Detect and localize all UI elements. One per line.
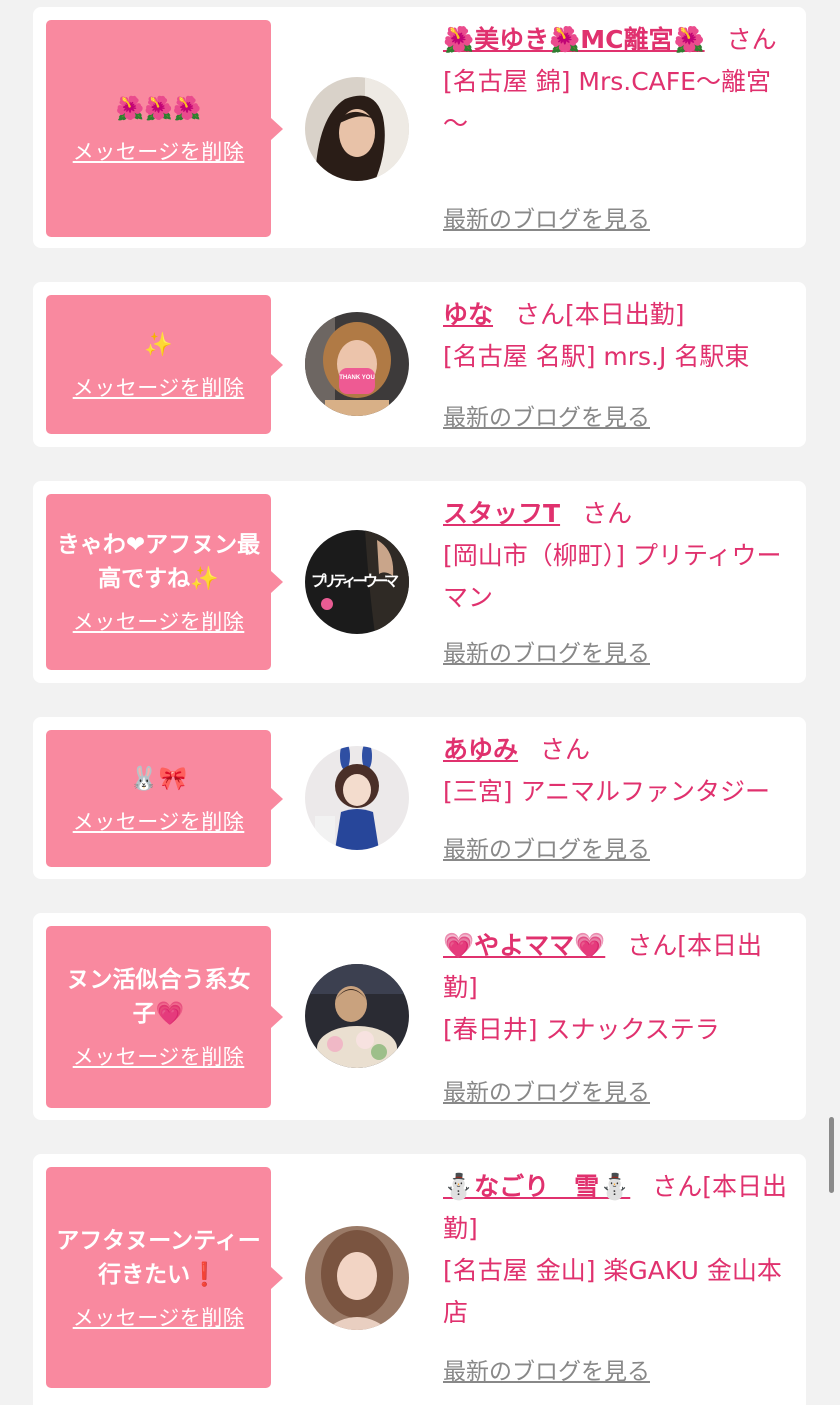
favorite-card: 🐰🎀 メッセージを削除 あゆみ さん [三宮] アニマルファンタジー 最新のブログ… [33, 717, 806, 879]
avatar[interactable] [305, 1226, 409, 1330]
delete-message-link[interactable]: メッセージを削除 [73, 606, 245, 636]
favorite-card: ✨ メッセージを削除 THANK YOU ゆな さん[本日出勤] [名古屋 名駅]… [33, 282, 806, 447]
status-text: [本日出勤] [565, 300, 685, 329]
delete-message-link[interactable]: メッセージを削除 [73, 136, 245, 166]
avatar[interactable]: プリティーウーマ [305, 530, 409, 634]
message-bubble: ヌン活似合う系女子💗 メッセージを削除 [46, 926, 283, 1108]
honorific: さん [627, 931, 678, 960]
message-bubble: 🌺🌺🌺 メッセージを削除 [46, 20, 283, 237]
latest-blog-link[interactable]: 最新のブログを見る [443, 200, 650, 234]
honorific: さん [582, 499, 633, 528]
avatar[interactable] [305, 964, 409, 1068]
shop-info: [春日井] スナックステラ [443, 1015, 720, 1044]
cast-name-link[interactable]: ゆな [443, 300, 493, 329]
message-text: アフタヌーンティー行きたい❗️ [56, 1227, 261, 1288]
delete-message-link[interactable]: メッセージを削除 [73, 1041, 245, 1071]
shop-info: [名古屋 金山] 楽GAKU 金山本店 [443, 1256, 782, 1327]
cast-info: 🌺美ゆき🌺MC離宮🌺 さん [名古屋 錦] Mrs.CAFE～離宮～ [443, 19, 793, 145]
favorite-card: きゃわ❤アフヌン最高ですね✨ メッセージを削除 プリティーウーマ スタッフT さん… [33, 481, 806, 683]
message-text: ヌン活似合う系女子💗 [66, 967, 251, 1027]
cast-name-link[interactable]: スタッフT [443, 499, 560, 528]
cast-info: ⛄なごり 雪⛄ さん[本日出勤] [名古屋 金山] 楽GAKU 金山本店 [443, 1166, 793, 1334]
cast-info: ゆな さん[本日出勤] [名古屋 名駅] mrs.J 名駅東 [443, 294, 793, 378]
latest-blog-link[interactable]: 最新のブログを見る [443, 830, 650, 864]
shop-info: [三宮] アニマルファンタジー [443, 777, 770, 806]
honorific: さん [652, 1172, 703, 1201]
latest-blog-link[interactable]: 最新のブログを見る [443, 398, 650, 432]
message-text: きゃわ❤アフヌン最高ですね✨ [56, 532, 261, 592]
message-text: ✨ [144, 331, 173, 358]
delete-message-link[interactable]: メッセージを削除 [73, 1302, 245, 1332]
avatar[interactable]: THANK YOU [305, 312, 409, 416]
honorific: さん [515, 300, 566, 329]
cast-name-link[interactable]: あゆみ [443, 735, 518, 764]
cast-info: あゆみ さん [三宮] アニマルファンタジー [443, 729, 793, 813]
avatar-mask-text: THANK YOU [339, 375, 375, 381]
cast-name-link[interactable]: ⛄なごり 雪⛄ [443, 1172, 630, 1201]
favorite-card: アフタヌーンティー行きたい❗️ メッセージを削除 ⛄なごり 雪⛄ さん[本日出勤]… [33, 1154, 806, 1405]
latest-blog-link[interactable]: 最新のブログを見る [443, 1352, 650, 1386]
cast-name-link[interactable]: 💗やよママ💗 [443, 931, 605, 960]
vertical-scrollbar[interactable] [829, 1117, 834, 1193]
avatar-logo-text: プリティーウーマ [311, 573, 399, 590]
shop-info: [名古屋 錦] Mrs.CAFE～離宮～ [443, 67, 771, 138]
latest-blog-link[interactable]: 最新のブログを見る [443, 634, 650, 668]
cast-info: スタッフT さん [岡山市（柳町）] プリティウーマン [443, 493, 793, 619]
message-text: 🐰🎀 [129, 765, 188, 792]
latest-blog-link[interactable]: 最新のブログを見る [443, 1073, 650, 1107]
delete-message-link[interactable]: メッセージを削除 [73, 372, 245, 402]
message-bubble: きゃわ❤アフヌン最高ですね✨ メッセージを削除 [46, 494, 283, 670]
honorific: さん [540, 735, 591, 764]
message-bubble: 🐰🎀 メッセージを削除 [46, 730, 283, 867]
favorite-card: ヌン活似合う系女子💗 メッセージを削除 💗やよママ💗 さん[本日出勤] [春日井]… [33, 913, 806, 1120]
avatar[interactable] [305, 77, 409, 181]
honorific: さん [726, 25, 777, 54]
favorite-card: 🌺🌺🌺 メッセージを削除 🌺美ゆき🌺MC離宮🌺 さん [名古屋 錦] Mrs.CA… [33, 7, 806, 248]
cast-info: 💗やよママ💗 さん[本日出勤] [春日井] スナックステラ [443, 925, 793, 1051]
delete-message-link[interactable]: メッセージを削除 [73, 806, 245, 836]
message-bubble: ✨ メッセージを削除 [46, 295, 283, 434]
cast-name-link[interactable]: 🌺美ゆき🌺MC離宮🌺 [443, 25, 705, 54]
message-bubble: アフタヌーンティー行きたい❗️ メッセージを削除 [46, 1167, 283, 1388]
shop-info: [岡山市（柳町）] プリティウーマン [443, 541, 782, 612]
avatar[interactable] [305, 746, 409, 850]
message-text: 🌺🌺🌺 [115, 95, 202, 122]
shop-info: [名古屋 名駅] mrs.J 名駅東 [443, 342, 750, 371]
